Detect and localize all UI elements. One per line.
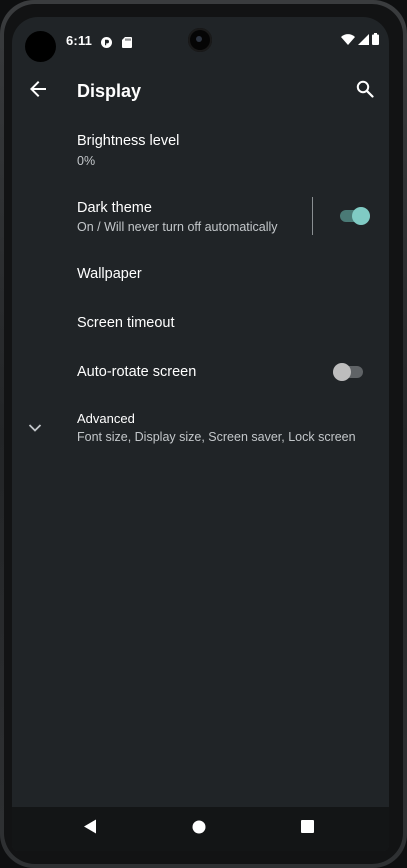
setting-title: Auto-rotate screen	[77, 364, 197, 380]
page-title: Display	[77, 81, 142, 101]
setting-screen-timeout[interactable]: Screen timeout	[12, 300, 389, 348]
setting-summary: 0%	[77, 154, 96, 168]
search-button[interactable]	[349, 75, 381, 107]
setting-title: Wallpaper	[77, 266, 142, 282]
front-camera	[188, 28, 212, 52]
dark-theme-switch[interactable]	[340, 207, 370, 225]
back-button[interactable]	[22, 75, 54, 107]
setting-dark-theme[interactable]: Dark theme On / Will never turn off auto…	[12, 185, 389, 251]
nav-home-button[interactable]	[184, 815, 214, 843]
setting-title: Screen timeout	[77, 315, 175, 331]
setting-title: Brightness level	[77, 133, 180, 149]
system-icons	[341, 32, 379, 50]
setting-auto-rotate-screen[interactable]: Auto-rotate screen	[12, 348, 389, 396]
switch-thumb	[352, 207, 370, 225]
nav-recents-button[interactable]	[292, 815, 322, 843]
nav-back-icon	[83, 819, 97, 839]
divider	[312, 197, 313, 235]
auto-rotate-switch[interactable]	[333, 363, 363, 381]
battery-icon	[372, 32, 379, 50]
notification-p-icon	[101, 35, 112, 48]
setting-brightness-level[interactable]: Brightness level 0%	[12, 119, 389, 185]
navigation-bar	[12, 807, 389, 851]
setting-advanced[interactable]: Advanced Font size, Display size, Screen…	[12, 398, 389, 458]
nav-recents-icon	[300, 820, 314, 838]
arrow-left-icon	[29, 80, 47, 103]
setting-summary: Font size, Display size, Screen saver, L…	[77, 430, 356, 444]
nav-home-icon	[192, 820, 206, 839]
setting-title: Dark theme	[77, 200, 152, 216]
wifi-icon	[341, 32, 355, 50]
setting-title: Advanced	[77, 411, 135, 426]
status-time: 6:11	[66, 33, 93, 48]
switch-thumb	[333, 363, 351, 381]
status-bar: 6:11	[12, 17, 389, 65]
camera-cutout	[25, 31, 56, 62]
nav-back-button[interactable]	[75, 815, 105, 843]
chevron-down-icon	[28, 420, 42, 438]
sd-card-icon	[122, 35, 133, 48]
screen: 6:11 Display Brightness level 0% Dark th…	[12, 17, 389, 851]
setting-summary: On / Will never turn off automatically	[77, 220, 278, 234]
signal-icon	[358, 32, 369, 50]
setting-wallpaper[interactable]: Wallpaper	[12, 251, 389, 299]
app-bar: Display	[12, 65, 389, 119]
search-icon	[356, 80, 374, 103]
